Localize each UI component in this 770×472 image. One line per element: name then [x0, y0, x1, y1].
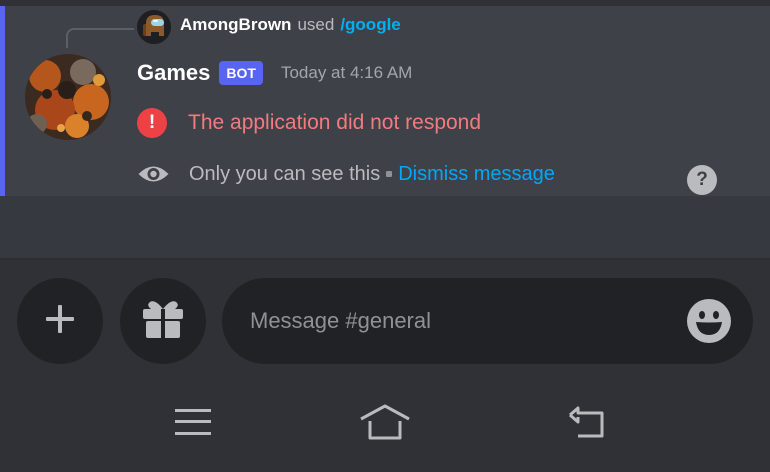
- plus-icon: [45, 304, 75, 339]
- eye-icon: [137, 163, 170, 185]
- message-composer: Message #general: [0, 260, 770, 372]
- gift-icon: [141, 299, 185, 344]
- home-icon[interactable]: [355, 402, 415, 442]
- bot-avatar[interactable]: [25, 54, 111, 140]
- error-row: ! The application did not respond: [137, 106, 481, 140]
- back-icon[interactable]: [557, 402, 617, 442]
- ephemeral-accent-bar: [0, 6, 5, 196]
- only-you-text: Only you can see this: [189, 162, 381, 185]
- bot-badge: BOT: [219, 61, 263, 85]
- dismiss-message-link[interactable]: Dismiss message: [398, 163, 555, 186]
- author-name[interactable]: Games: [137, 60, 210, 86]
- reply-command[interactable]: /google: [340, 15, 400, 35]
- emoji-icon[interactable]: [687, 299, 731, 343]
- reply-avatar[interactable]: [137, 10, 171, 44]
- reply-username[interactable]: AmongBrown: [180, 15, 291, 35]
- message-input[interactable]: Message #general: [222, 278, 753, 364]
- message-header: Games BOT Today at 4:16 AM: [137, 56, 412, 90]
- system-nav-bar: [0, 372, 770, 472]
- message-timestamp: Today at 4:16 AM: [280, 63, 413, 82]
- menu-icon[interactable]: [163, 402, 223, 442]
- gift-button[interactable]: [120, 278, 206, 364]
- ephemeral-notice: Only you can see this Dismiss message: [137, 159, 555, 189]
- add-attachment-button[interactable]: [17, 278, 103, 364]
- separator-dot: [386, 171, 393, 177]
- reply-used-text: used: [297, 15, 335, 34]
- bot-message[interactable]: AmongBrown used /google Games BOT Today …: [0, 6, 770, 196]
- reply-reference[interactable]: AmongBrown used /google: [180, 14, 401, 36]
- message-input-placeholder: Message #general: [250, 308, 432, 333]
- help-icon[interactable]: ?: [687, 165, 717, 195]
- error-icon: !: [137, 108, 167, 138]
- error-text: The application did not respond: [188, 111, 482, 134]
- reply-connector: [66, 28, 134, 48]
